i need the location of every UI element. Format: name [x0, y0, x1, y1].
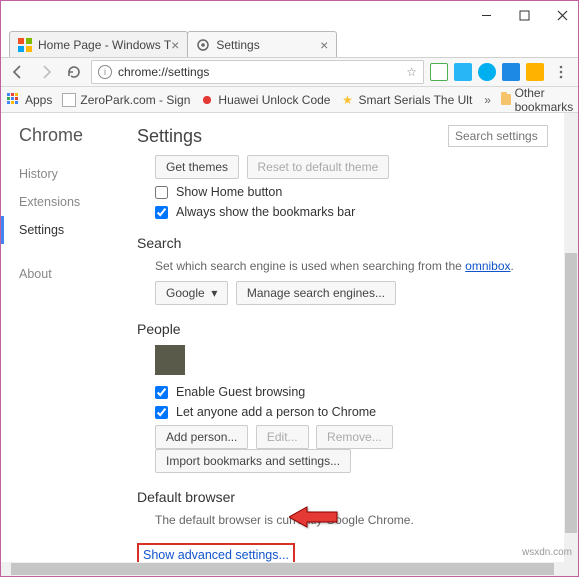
menu-button[interactable] — [550, 61, 572, 83]
show-advanced-link[interactable]: Show advanced settings... — [137, 543, 295, 562]
forward-button[interactable] — [35, 61, 57, 83]
tab-label: Settings — [216, 38, 259, 52]
close-icon[interactable]: × — [320, 37, 328, 53]
gear-icon — [196, 38, 210, 52]
get-themes-button[interactable]: Get themes — [155, 155, 239, 179]
scrollbar-thumb[interactable] — [565, 253, 577, 533]
minimize-button[interactable] — [474, 3, 498, 27]
settings-sidebar: Chrome History Extensions Settings About — [1, 113, 121, 562]
extension-icons — [430, 63, 544, 81]
ext-icon-4[interactable] — [502, 63, 520, 81]
browser-toolbar: i chrome://settings ☆ — [1, 57, 578, 87]
section-people-heading: People — [137, 321, 548, 337]
huawei-icon — [200, 93, 214, 107]
profile-name — [193, 353, 293, 367]
tab-label: Home Page - Windows T — [38, 38, 171, 52]
bookmarks-bar: Apps ZeroPark.com - Sign Huawei Unlock C… — [1, 87, 578, 113]
remove-person-button: Remove... — [316, 425, 393, 449]
watermark: wsxdn.com — [522, 547, 572, 558]
sidebar-item-extensions[interactable]: Extensions — [19, 188, 121, 216]
edit-person-button: Edit... — [256, 425, 309, 449]
scrollbar-corner — [564, 562, 578, 576]
tab-home[interactable]: Home Page - Windows T × — [9, 31, 188, 57]
windows-icon — [18, 38, 32, 52]
back-button[interactable] — [7, 61, 29, 83]
default-browser-desc: The default browser is currently Google … — [137, 513, 548, 527]
sidebar-item-settings[interactable]: Settings — [1, 216, 121, 244]
chevron-right-icon[interactable]: » — [484, 93, 491, 107]
page-icon — [62, 93, 76, 107]
ext-icon-5[interactable] — [526, 63, 544, 81]
apps-shortcut[interactable]: Apps — [7, 93, 52, 107]
sidebar-title: Chrome — [19, 125, 121, 146]
section-default-browser-heading: Default browser — [137, 489, 548, 505]
show-home-checkbox[interactable]: Show Home button — [155, 185, 548, 199]
skype-icon[interactable] — [478, 63, 496, 81]
bookmark-item[interactable]: ZeroPark.com - Sign — [62, 93, 190, 107]
close-icon[interactable]: × — [171, 37, 179, 53]
url-text: chrome://settings — [118, 65, 209, 79]
bookmark-item[interactable]: Huawei Unlock Code — [200, 93, 330, 107]
page-title: Settings — [137, 126, 202, 147]
import-bookmarks-button[interactable]: Import bookmarks and settings... — [155, 449, 351, 473]
section-search-heading: Search — [137, 235, 548, 251]
ext-icon-2[interactable] — [454, 63, 472, 81]
settings-main: Settings Get themes Reset to default the… — [121, 113, 564, 562]
callout-arrow — [289, 503, 339, 536]
profile-row[interactable] — [155, 345, 548, 375]
maximize-button[interactable] — [512, 3, 536, 27]
vertical-scrollbar[interactable] — [564, 113, 578, 562]
search-engine-select[interactable]: Google ▾ — [155, 281, 228, 305]
reset-theme-button: Reset to default theme — [247, 155, 390, 179]
sidebar-item-about[interactable]: About — [19, 260, 121, 288]
avatar — [155, 345, 185, 375]
scrollbar-thumb[interactable] — [11, 563, 554, 575]
tab-settings[interactable]: Settings × — [187, 31, 337, 57]
tab-strip: Home Page - Windows T × Settings × — [1, 29, 578, 57]
window-titlebar — [1, 1, 578, 29]
address-bar[interactable]: i chrome://settings ☆ — [91, 60, 424, 84]
manage-search-button[interactable]: Manage search engines... — [236, 281, 396, 305]
guest-browsing-checkbox[interactable]: Enable Guest browsing — [155, 385, 548, 399]
apps-icon — [7, 93, 21, 107]
horizontal-scrollbar[interactable] — [1, 562, 564, 576]
star-icon: ★ — [340, 93, 354, 107]
folder-icon — [501, 94, 511, 105]
omnibox-link[interactable]: omnibox — [465, 259, 510, 273]
close-button[interactable] — [550, 3, 574, 27]
sidebar-item-history[interactable]: History — [19, 160, 121, 188]
search-settings-input[interactable] — [448, 125, 548, 147]
other-bookmarks[interactable]: Other bookmarks — [501, 87, 578, 113]
add-person-button[interactable]: Add person... — [155, 425, 248, 449]
info-icon[interactable]: i — [98, 65, 112, 79]
reload-button[interactable] — [63, 61, 85, 83]
bookmark-item[interactable]: ★Smart Serials The Ult — [340, 93, 472, 107]
bookmark-star-icon[interactable]: ☆ — [406, 65, 417, 79]
anyone-add-checkbox[interactable]: Let anyone add a person to Chrome — [155, 405, 548, 419]
show-bookmarks-checkbox[interactable]: Always show the bookmarks bar — [155, 205, 548, 219]
ext-icon-1[interactable] — [430, 63, 448, 81]
search-desc: Set which search engine is used when sea… — [155, 259, 548, 273]
